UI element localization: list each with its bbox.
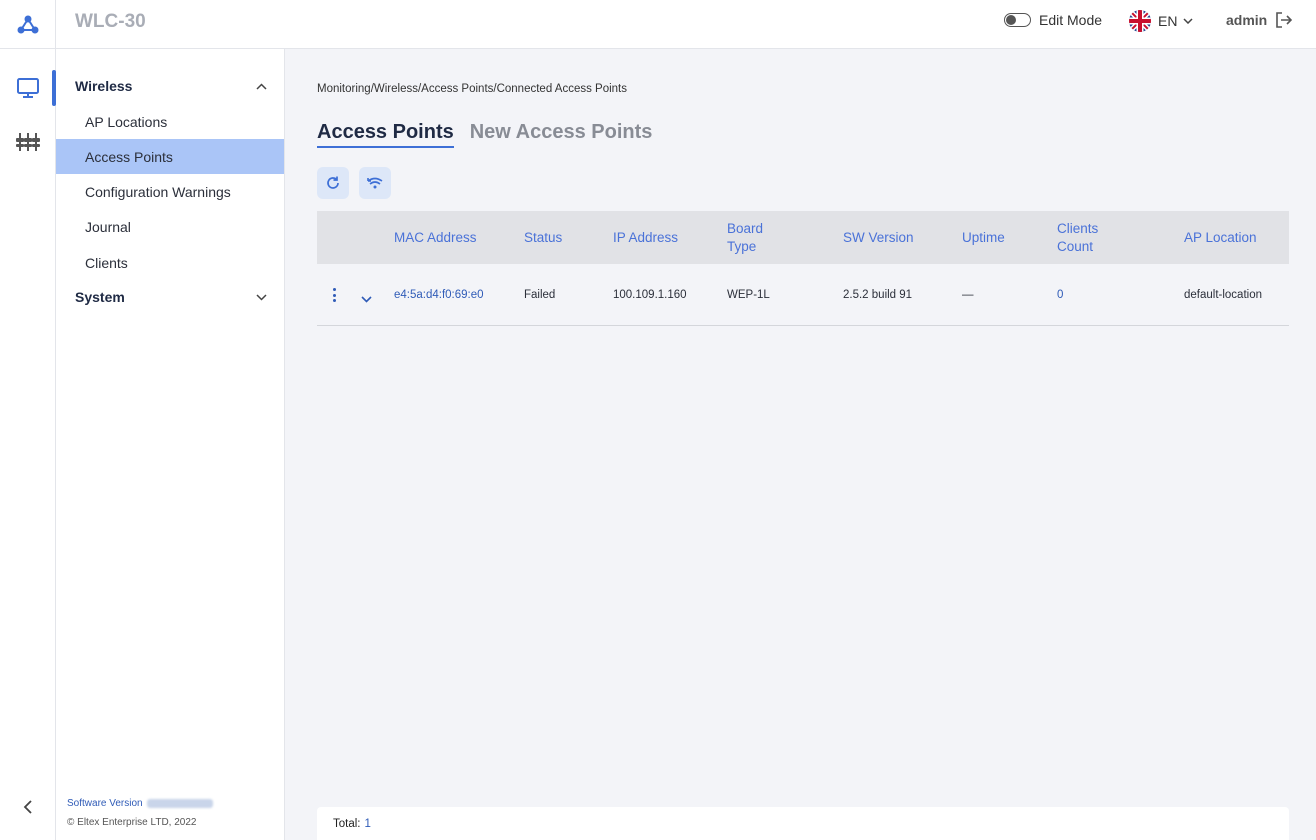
- main-content: Monitoring/Wireless/Access Points/Connec…: [285, 49, 1316, 840]
- cell-board-type: WEP-1L: [727, 289, 770, 301]
- column-header-uptime[interactable]: Uptime: [962, 211, 1005, 264]
- tab-new-access-points[interactable]: New Access Points: [470, 121, 653, 148]
- refresh-icon: [327, 176, 339, 189]
- sidebar-item-journal[interactable]: Journal: [56, 209, 284, 244]
- column-header-ap-location[interactable]: AP Location: [1184, 211, 1257, 264]
- sliders-icon: [16, 133, 40, 151]
- sidebar-item-label: Clients: [85, 254, 128, 271]
- collapse-sidebar-button[interactable]: [16, 795, 40, 819]
- toggle-switch[interactable]: [1004, 13, 1031, 27]
- language-label: EN: [1158, 13, 1178, 29]
- chevron-left-icon: [23, 800, 32, 814]
- edit-mode-toggle[interactable]: Edit Mode: [1004, 12, 1102, 28]
- sidebar-item-label: Configuration Warnings: [85, 183, 231, 200]
- sidebar-section-system[interactable]: System: [56, 280, 285, 314]
- sidebar-item-label: Journal: [85, 218, 131, 235]
- chevron-up-icon: [256, 82, 267, 90]
- logout-icon[interactable]: [1275, 12, 1293, 28]
- refresh-button[interactable]: [317, 167, 349, 199]
- access-points-table: MAC Address Status IP Address Board Type …: [317, 211, 1289, 326]
- monitor-icon: [17, 78, 39, 98]
- table-row[interactable]: e4:5a:d4:f0:69:e0 Failed 100.109.1.160 W…: [317, 264, 1289, 326]
- sidebar-item-ap-locations[interactable]: AP Locations: [56, 104, 284, 139]
- uk-flag-icon: [1129, 10, 1151, 32]
- toolbar: [317, 167, 391, 199]
- language-selector[interactable]: EN: [1128, 9, 1193, 33]
- edit-mode-label: Edit Mode: [1039, 12, 1103, 28]
- table-header: MAC Address Status IP Address Board Type …: [317, 211, 1289, 264]
- sidebar-item-access-points[interactable]: Access Points: [56, 139, 284, 174]
- sidebar-item-label: AP Locations: [85, 113, 168, 130]
- column-header-mac-address[interactable]: MAC Address: [394, 211, 477, 264]
- footer-info: Software Version © Eltex Enterprise LTD,…: [67, 794, 213, 832]
- left-rail: [0, 49, 56, 840]
- software-version-value-redacted: [146, 798, 213, 808]
- username: admin: [1226, 12, 1268, 28]
- column-header-sw-version[interactable]: SW Version: [843, 211, 914, 264]
- top-header: WLC-30 Edit Mode EN admin: [0, 0, 1316, 49]
- cell-mac-address[interactable]: e4:5a:d4:f0:69:e0: [394, 264, 484, 326]
- column-header-clients-count[interactable]: Clients Count: [1057, 211, 1098, 264]
- logo[interactable]: [0, 0, 56, 49]
- copyright: © Eltex Enterprise LTD, 2022: [67, 817, 197, 828]
- cell-ip-address: 100.109.1.160: [613, 289, 687, 301]
- column-header-ip-address[interactable]: IP Address: [613, 211, 678, 264]
- row-actions-menu-icon[interactable]: [329, 286, 339, 304]
- chevron-down-icon: [1183, 18, 1193, 24]
- column-header-board-type[interactable]: Board Type: [727, 211, 763, 264]
- breadcrumb: Monitoring/Wireless/Access Points/Connec…: [317, 83, 627, 95]
- software-version-label: Software Version: [67, 798, 143, 809]
- sidebar-section-label: Wireless: [75, 78, 133, 94]
- reboot-access-point-button[interactable]: [359, 167, 391, 199]
- sidebar: Wireless AP Locations Access Points Conf…: [56, 49, 285, 840]
- rail-item-monitoring[interactable]: [0, 70, 56, 106]
- column-header-status[interactable]: Status: [524, 211, 562, 264]
- sidebar-item-label: Access Points: [85, 148, 173, 165]
- rail-item-configuration[interactable]: [0, 124, 56, 160]
- user-menu[interactable]: admin: [1226, 12, 1293, 28]
- access-point-reboot-icon: [367, 177, 383, 189]
- app-title: WLC-30: [75, 11, 146, 32]
- tab-bar: Access Points New Access Points: [317, 121, 652, 148]
- sidebar-item-configuration-warnings[interactable]: Configuration Warnings: [56, 174, 284, 209]
- sidebar-section-wireless[interactable]: Wireless: [56, 69, 285, 103]
- tab-access-points[interactable]: Access Points: [317, 121, 454, 148]
- chevron-down-icon: [256, 293, 267, 301]
- cell-status: Failed: [524, 289, 556, 301]
- cell-clients-count[interactable]: 0: [1057, 264, 1063, 326]
- total-bar: Total: 1: [317, 807, 1289, 840]
- sidebar-section-label: System: [75, 289, 125, 305]
- network-logo-icon: [17, 15, 38, 33]
- cell-ap-location: default-location: [1184, 289, 1262, 301]
- total-label: Total:: [333, 817, 361, 830]
- row-expand-chevron-icon[interactable]: [361, 290, 372, 308]
- cell-sw-version: 2.5.2 build 91: [843, 289, 913, 301]
- cell-uptime: —: [962, 289, 974, 301]
- total-value: 1: [364, 817, 371, 830]
- sidebar-item-clients[interactable]: Clients: [56, 245, 284, 280]
